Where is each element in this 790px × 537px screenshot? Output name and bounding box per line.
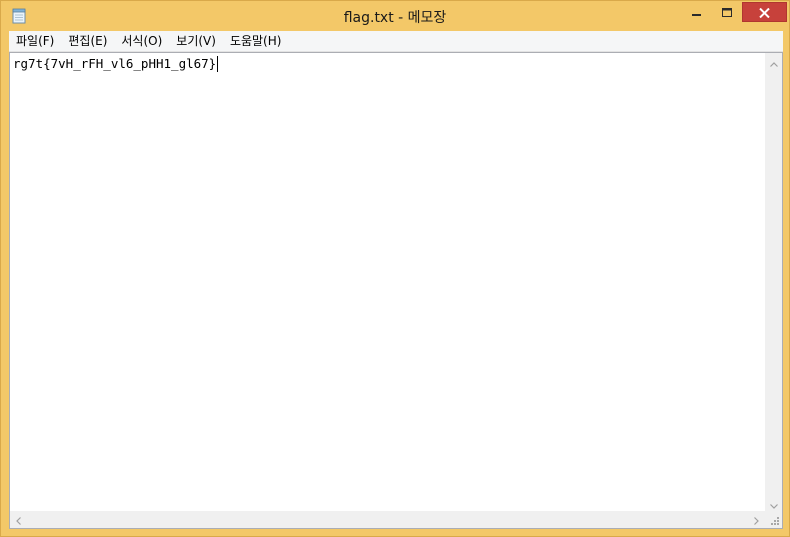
menu-bar: 파일(F) 편집(E) 서식(O) 보기(V) 도움말(H) <box>9 31 783 52</box>
editor-text-line[interactable]: rg7t{7vH_rFH_vl6_pHH1_gl67} <box>13 55 219 72</box>
chevron-right-icon <box>754 510 759 529</box>
scroll-down-button[interactable] <box>765 495 782 512</box>
menu-edit[interactable]: 편집(E) <box>61 31 114 51</box>
chevron-up-icon <box>769 52 778 71</box>
scroll-left-button[interactable] <box>10 511 27 528</box>
close-icon <box>759 3 770 22</box>
menu-view[interactable]: 보기(V) <box>169 31 223 51</box>
chevron-left-icon <box>16 510 21 529</box>
maximize-icon <box>721 3 733 22</box>
minimize-button[interactable] <box>683 3 711 22</box>
text-editor[interactable]: rg7t{7vH_rFH_vl6_pHH1_gl67} <box>9 52 783 529</box>
title-bar[interactable]: flag.txt - 메모장 <box>1 1 789 31</box>
resize-grip-icon <box>771 517 779 525</box>
scroll-right-button[interactable] <box>748 511 765 528</box>
horizontal-scrollbar[interactable] <box>10 511 765 528</box>
vertical-scrollbar[interactable] <box>765 53 782 512</box>
maximize-button[interactable] <box>713 3 741 22</box>
menu-help[interactable]: 도움말(H) <box>223 31 289 51</box>
notepad-window: flag.txt - 메모장 파일(F) 편집(E) 서식(O) 보기(V) 도… <box>0 0 790 537</box>
window-title: flag.txt - 메모장 <box>343 10 447 26</box>
menu-format[interactable]: 서식(O) <box>114 31 169 51</box>
text-caret <box>217 55 219 72</box>
menu-file[interactable]: 파일(F) <box>9 31 61 51</box>
resize-grip[interactable] <box>765 511 782 528</box>
close-button[interactable] <box>742 2 787 22</box>
scroll-up-button[interactable] <box>765 53 782 70</box>
editor-text: rg7t{7vH_rFH_vl6_pHH1_gl67} <box>13 56 217 71</box>
minimize-icon <box>692 3 702 22</box>
